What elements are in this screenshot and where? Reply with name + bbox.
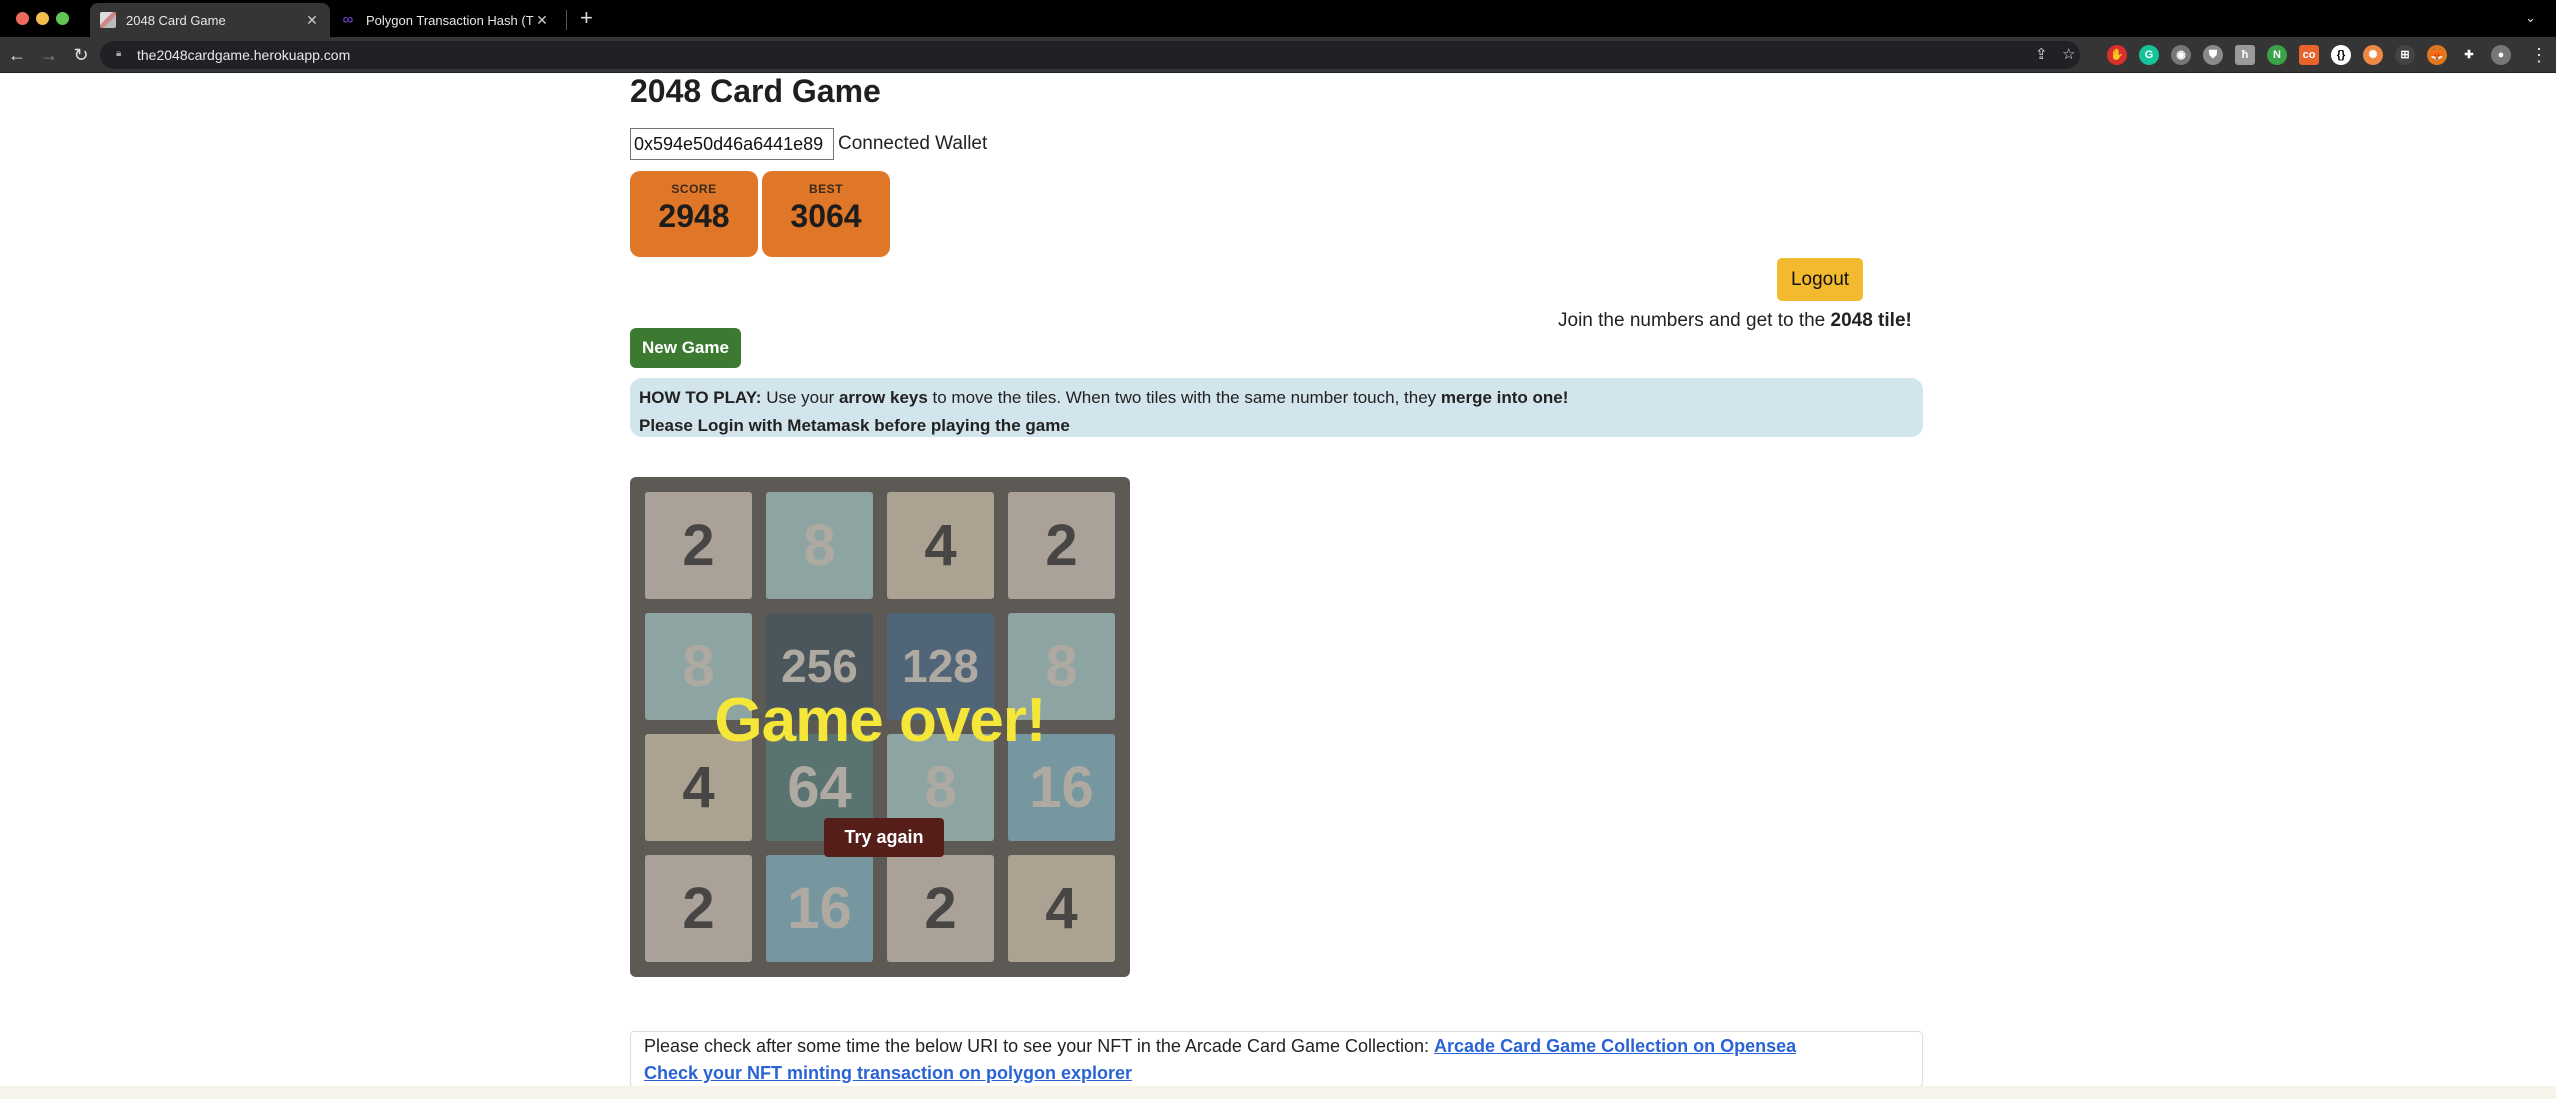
page-title: 2048 Card Game bbox=[630, 73, 881, 109]
reload-icon[interactable]: ↻ bbox=[68, 42, 94, 68]
co-extension-icon[interactable]: co bbox=[2299, 45, 2319, 65]
page-bottom-band bbox=[0, 1086, 2556, 1099]
window-minimize-button[interactable] bbox=[36, 12, 49, 25]
wallet-label: Connected Wallet bbox=[838, 133, 988, 154]
tab-search-chevron-icon[interactable]: ⌄ bbox=[2525, 10, 2536, 26]
bracket-extension-icon[interactable]: {} bbox=[2331, 45, 2351, 65]
color-picker-icon[interactable]: ✺ bbox=[2363, 45, 2383, 65]
lock-icon[interactable]: 🔒︎ bbox=[116, 48, 125, 59]
howto-text: Use your bbox=[761, 388, 839, 407]
shield-icon[interactable]: ⛊ bbox=[2203, 45, 2223, 65]
h-extension-icon[interactable]: ħ bbox=[2235, 45, 2255, 65]
browser-menu-icon[interactable]: ⋮ bbox=[2526, 42, 2552, 68]
n-extension-icon[interactable]: N bbox=[2267, 45, 2287, 65]
url-text[interactable]: the2048cardgame.herokuapp.com bbox=[137, 47, 350, 63]
nft-info-text: Please check after some time the below U… bbox=[644, 1036, 1435, 1056]
puzzle-extensions-icon[interactable]: ✚ bbox=[2459, 45, 2479, 65]
game-over-message: Game over! bbox=[714, 686, 1046, 755]
tagline-text: Join the numbers and get to the bbox=[1558, 310, 1831, 331]
login-notice-text: Please Login with Metamask before playin… bbox=[639, 416, 1070, 435]
page-content bbox=[0, 74, 2556, 1099]
polygon-explorer-link[interactable]: Check your NFT minting transaction on po… bbox=[644, 1063, 1132, 1083]
polygon-favicon: ∞ bbox=[342, 11, 354, 28]
wallet-address-field[interactable] bbox=[630, 128, 834, 160]
window-maximize-button[interactable] bbox=[56, 12, 69, 25]
opensea-collection-link[interactable]: Arcade Card Game Collection on Opensea bbox=[1434, 1036, 1796, 1056]
forward-arrow-icon[interactable]: → bbox=[36, 42, 62, 68]
new-tab-button[interactable]: + bbox=[580, 5, 593, 31]
browser-tab-bar: 2048 Card Game ✕ ∞ Polygon Transaction H… bbox=[0, 0, 2556, 37]
close-tab-icon[interactable]: ✕ bbox=[304, 12, 320, 29]
card-game-favicon bbox=[100, 12, 116, 28]
nft-info-line: Please check after some time the below U… bbox=[644, 1033, 1909, 1060]
best-label: BEST bbox=[808, 182, 843, 196]
browser-tab-2048-card-game[interactable]: 2048 Card Game ✕ bbox=[90, 3, 330, 37]
address-bar[interactable]: 🔒︎ the2048cardgame.herokuapp.com ⇪ ☆ bbox=[100, 41, 2080, 69]
game-over-overlay: Game over! Try again bbox=[630, 477, 1130, 977]
close-tab-icon[interactable]: ✕ bbox=[534, 12, 550, 29]
tab-title: Polygon Transaction Hash (Txh bbox=[366, 12, 534, 28]
login-notice: Please Login with Metamask before playin… bbox=[639, 412, 1914, 440]
logout-button[interactable]: Logout bbox=[1777, 258, 1863, 301]
game-board[interactable]: 2 8 4 2 8 256 128 8 4 64 8 16 2 16 2 4 Game over! Try a… bbox=[630, 477, 1130, 977]
howto-bold: arrow keys bbox=[838, 388, 928, 407]
tagline: Join the numbers and get to the 2048 til… bbox=[1558, 310, 1912, 332]
grammarly-icon[interactable]: G bbox=[2139, 45, 2159, 65]
metamask-icon[interactable]: 🦊 bbox=[2427, 45, 2447, 65]
how-to-play-box: HOW TO PLAY: Use your arrow keys to move… bbox=[630, 378, 1923, 437]
profile-avatar[interactable]: ● bbox=[2491, 45, 2511, 65]
score-value: 2948 bbox=[658, 198, 730, 234]
nft-info-box: Please check after some time the below U… bbox=[630, 1031, 1923, 1087]
how-to-play-line: HOW TO PLAY: Use your arrow keys to move… bbox=[639, 384, 1914, 412]
best-value: 3064 bbox=[790, 198, 862, 234]
camera-icon[interactable]: ◉ bbox=[2171, 45, 2191, 65]
bookmark-star-icon[interactable]: ☆ bbox=[2062, 45, 2075, 63]
adblock-icon[interactable]: ✋ bbox=[2107, 45, 2127, 65]
score-label: SCORE bbox=[671, 182, 717, 196]
browser-toolbar: ← → ↻ 🔒︎ the2048cardgame.herokuapp.com ⇪… bbox=[0, 37, 2556, 73]
tab-divider bbox=[566, 10, 567, 30]
share-icon[interactable]: ⇪ bbox=[2035, 45, 2048, 63]
back-arrow-icon[interactable]: ← bbox=[4, 42, 30, 68]
score-box: SCORE 2948 bbox=[630, 171, 758, 257]
browser-tab-polygon[interactable]: ∞ Polygon Transaction Hash (Txh ✕ bbox=[330, 3, 560, 37]
tab-title: 2048 Card Game bbox=[126, 12, 226, 28]
screenshot-extension-icon[interactable]: ⊞ bbox=[2395, 45, 2415, 65]
best-score-box: BEST 3064 bbox=[762, 171, 890, 257]
try-again-button[interactable]: Try again bbox=[824, 818, 944, 857]
how-to-play-label: HOW TO PLAY: bbox=[639, 388, 762, 407]
howto-text: to move the tiles. When two tiles with t… bbox=[927, 388, 1441, 407]
howto-bold: merge into one! bbox=[1440, 388, 1569, 407]
window-close-button[interactable] bbox=[16, 12, 29, 25]
new-game-button[interactable]: New Game bbox=[630, 328, 741, 368]
tagline-bold: 2048 tile! bbox=[1830, 310, 1912, 331]
